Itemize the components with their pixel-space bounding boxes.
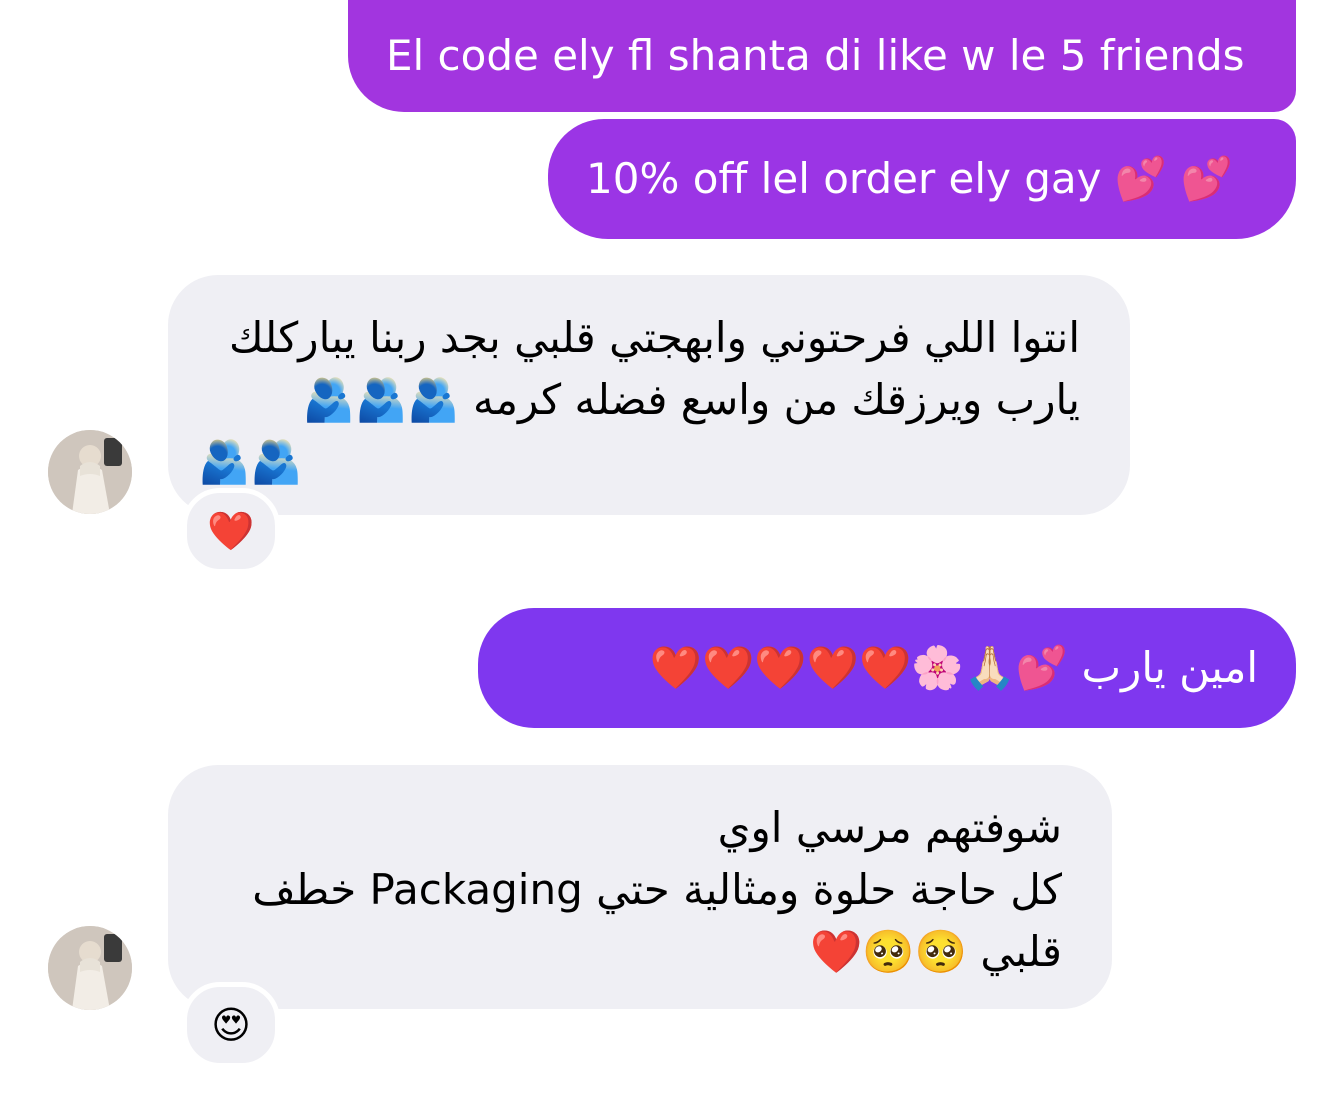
- contact-avatar-icon: [48, 430, 132, 514]
- outgoing-message-3[interactable]: امين يارب 💕🙏🏻🌸❤️❤️❤️❤️❤️: [478, 608, 1296, 728]
- message-line: انتوا اللي فرحتوني وابهجتي قلبي بجد ربنا…: [229, 313, 1080, 362]
- message-line: شوفتهم مرسي اوي: [717, 803, 1062, 852]
- message-line: 🫂🫂: [198, 437, 303, 486]
- contact-avatar[interactable]: [48, 926, 132, 1010]
- message-line: يارب ويرزقك من واسع فضله كرمه 🫂🫂🫂: [302, 375, 1080, 424]
- heart-eyes-reaction-icon: 😍: [211, 1003, 251, 1047]
- reaction-badge[interactable]: 😍: [182, 982, 280, 1068]
- message-text: 10% off lel order ely gay 💕 💕: [586, 154, 1233, 203]
- heart-reaction-icon: ❤️: [207, 508, 255, 553]
- incoming-message-1[interactable]: انتوا اللي فرحتوني وابهجتي قلبي بجد ربنا…: [168, 275, 1130, 515]
- outgoing-message-2[interactable]: 10% off lel order ely gay 💕 💕: [548, 119, 1296, 239]
- message-text: امين يارب 💕🙏🏻🌸❤️❤️❤️❤️❤️: [649, 643, 1258, 692]
- outgoing-message-1[interactable]: El code ely fl shanta di like w le 5 fri…: [348, 0, 1296, 112]
- contact-avatar[interactable]: [48, 430, 132, 514]
- contact-avatar-icon: [48, 926, 132, 1010]
- reaction-badge[interactable]: ❤️: [182, 488, 280, 574]
- message-line: كل حاجة حلوة ومثالية حتي Packaging خطف: [252, 865, 1062, 914]
- message-line: قلبي 🥺🥺❤️: [810, 927, 1062, 976]
- message-text: El code ely fl shanta di like w le 5 fri…: [386, 31, 1245, 80]
- incoming-message-2[interactable]: شوفتهم مرسي اوي كل حاجة حلوة ومثالية حتي…: [168, 765, 1112, 1009]
